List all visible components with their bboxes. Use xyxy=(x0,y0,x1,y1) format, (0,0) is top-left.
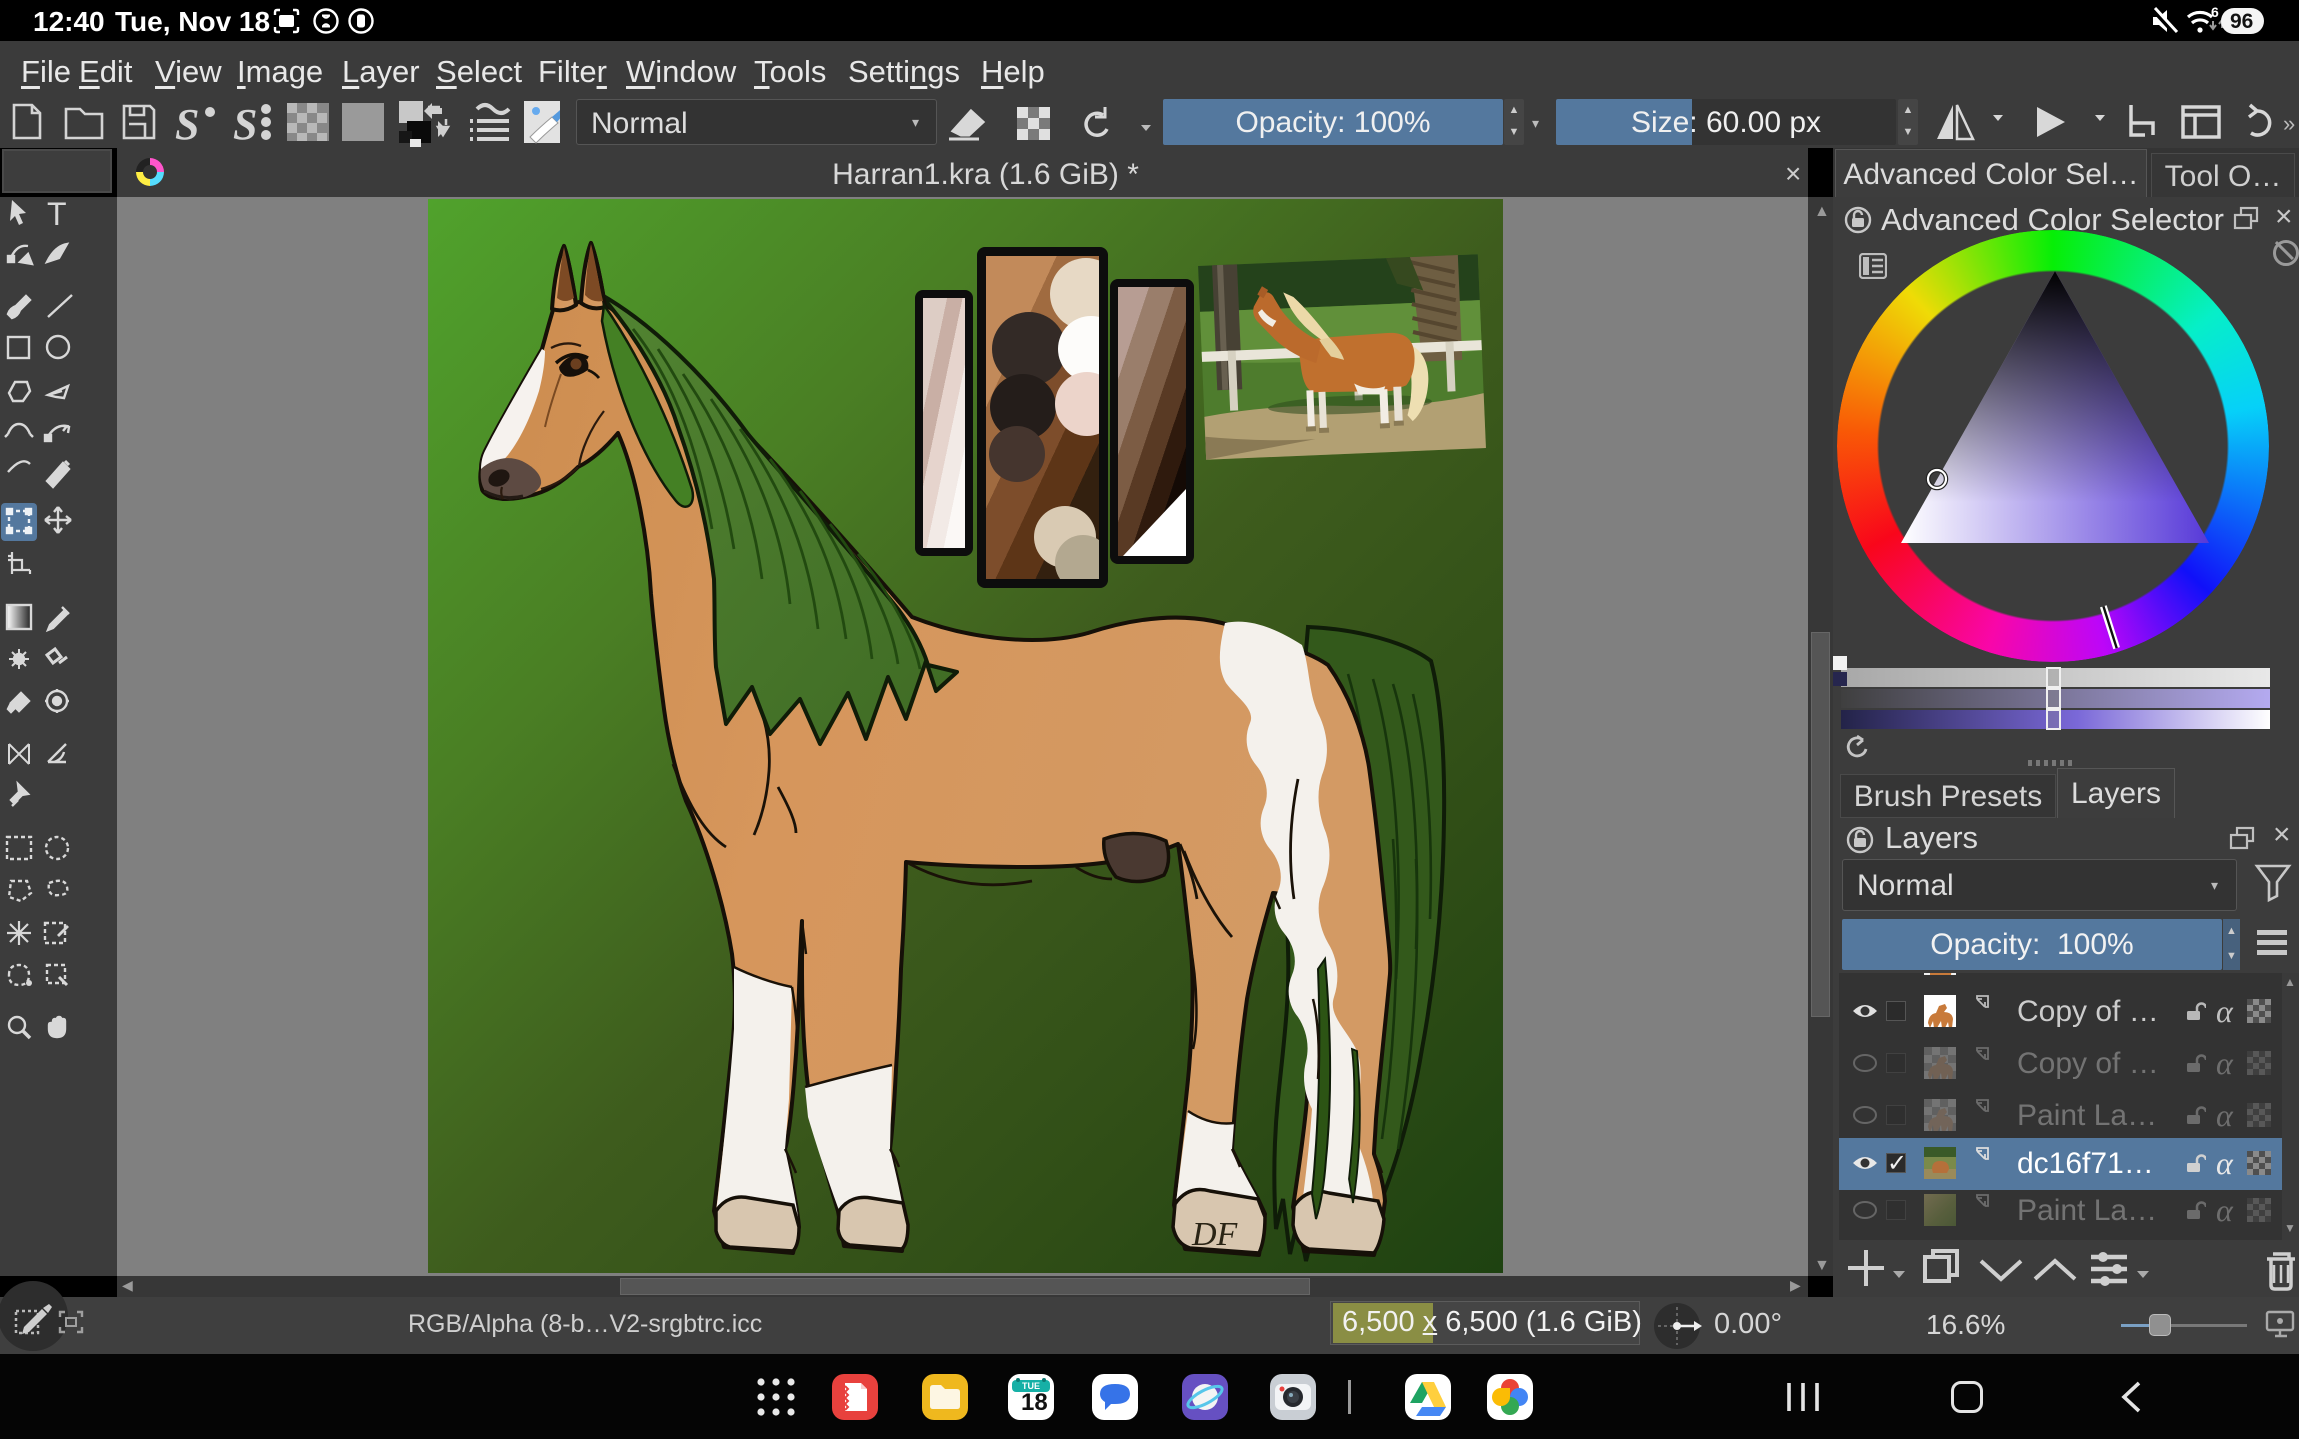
svg-text:96: 96 xyxy=(2230,10,2253,33)
svg-text:T: T xyxy=(47,197,67,232)
svg-text:S: S xyxy=(175,100,199,148)
svg-text:S: S xyxy=(233,100,257,148)
svg-text:6: 6 xyxy=(2211,7,2219,20)
svg-text:DF: DF xyxy=(1191,1216,1239,1253)
svg-text:»: » xyxy=(2283,111,2295,136)
svg-text:18: 18 xyxy=(1021,1389,1048,1416)
